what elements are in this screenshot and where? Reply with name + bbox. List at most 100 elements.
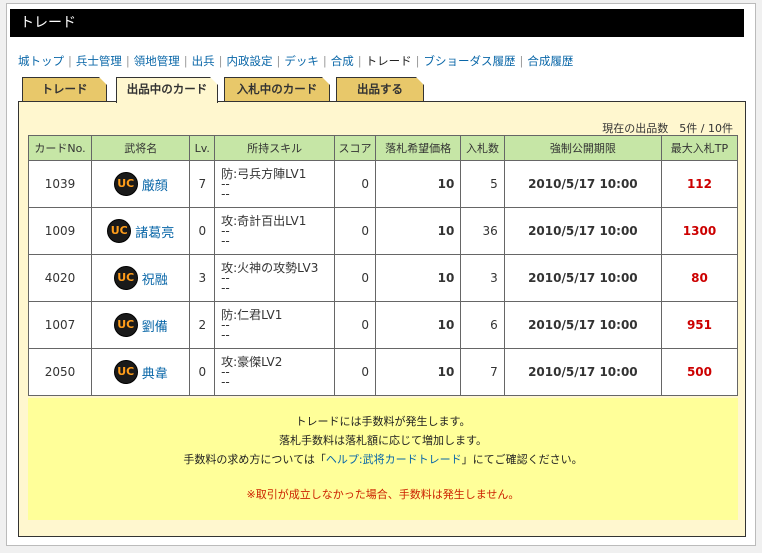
rarity-uc-icon: UC [113, 313, 138, 337]
general-name-cell: UC 諸葛亮 [91, 207, 191, 255]
max-bid-tp: 1300 [660, 207, 739, 255]
tab-label: 出品する [357, 82, 403, 96]
tab-corner [322, 77, 330, 85]
skill-entry: 防:弓兵方陣LV1 [221, 167, 307, 181]
desired-price: 10 [374, 254, 462, 302]
nav-separator: | [218, 54, 223, 68]
skill-entry: 防:仁君LV1 [221, 308, 283, 322]
nav-item: トレード [365, 54, 412, 68]
tab-label: 出品中のカード [126, 82, 208, 96]
nav-separator: | [519, 54, 524, 68]
nav-item[interactable]: 城トップ [18, 54, 64, 68]
skill-entry: -- [221, 187, 230, 201]
max-bid-tp: 951 [660, 301, 739, 349]
score: 0 [334, 207, 376, 255]
nav-separator: | [415, 54, 420, 68]
desired-price: 10 [374, 207, 462, 255]
score: 0 [334, 160, 376, 208]
column-header: 最大入札TP [660, 135, 739, 161]
nav-item[interactable]: 領地管理 [134, 54, 180, 68]
tab-0[interactable]: トレード [22, 77, 107, 101]
desired-price: 10 [374, 301, 462, 349]
desired-price: 10 [374, 160, 462, 208]
tab-label: 入札中のカード [236, 82, 318, 96]
tab-3[interactable]: 出品する [336, 77, 424, 101]
bid-count: 5 [460, 160, 505, 208]
tab-corner [416, 77, 424, 85]
general-name-link[interactable]: 祝融 [142, 269, 168, 288]
forced-open-deadline: 2010/5/17 10:00 [503, 207, 662, 255]
listing-count: 現在の出品数 5件 / 10件 [602, 122, 733, 135]
nav-item[interactable]: 兵士管理 [76, 54, 122, 68]
top-nav: 城トップ | 兵士管理 | 領地管理 | 出兵 | 内政設定 | デッキ | 合成 | トレード | ブショーダ… [18, 53, 573, 69]
rarity-uc-icon: UC [113, 360, 138, 384]
table-row: 1007 UC 劉備 2 防:仁君LV1 -- -- 0 10 6 2010/5/17 10:00 9… [27, 301, 739, 349]
tab-1[interactable]: 出品中のカード [116, 77, 218, 103]
card-level: 3 [189, 254, 216, 302]
card-level: 0 [189, 348, 216, 396]
card-number: 1009 [27, 207, 93, 255]
score: 0 [334, 348, 376, 396]
help-trade-link[interactable]: ヘルプ:武将カードトレード [326, 453, 462, 466]
column-header: カードNo. [27, 135, 93, 161]
card-level: 0 [189, 207, 216, 255]
page-title: トレード [10, 9, 744, 37]
desired-price: 10 [374, 348, 462, 396]
general-name-link[interactable]: 劉備 [142, 316, 168, 335]
bid-count: 6 [460, 301, 505, 349]
column-header: Lv. [189, 135, 216, 161]
column-header: 武将名 [91, 135, 191, 161]
skill-entry: 攻:奇計百出LV1 [221, 214, 307, 228]
nav-item[interactable]: 出兵 [192, 54, 215, 68]
table-row: 1039 UC 厳顔 7 防:弓兵方陣LV1 -- -- 0 10 5 2010/5/17 10:0… [27, 160, 739, 208]
nav-item[interactable]: 合成履歴 [527, 54, 573, 68]
column-header: スコア [334, 135, 376, 161]
card-level: 2 [189, 301, 216, 349]
nav-item[interactable]: 合成 [331, 54, 354, 68]
nav-separator: | [322, 54, 327, 68]
card-number: 1039 [27, 160, 93, 208]
score: 0 [334, 254, 376, 302]
skill-list: 攻:火神の攻勢LV3 -- -- [214, 254, 336, 302]
general-name: UC 厳顔 [98, 172, 183, 196]
general-name-link[interactable]: 厳顔 [142, 175, 168, 194]
tab-2[interactable]: 入札中のカード [224, 77, 330, 101]
skill-list: 防:仁君LV1 -- -- [214, 301, 336, 349]
listing-table: カードNo. 武将名 Lv. 所持スキル スコア 落札希望価格 入札数 強制公開期限 最大入札T… [27, 135, 739, 396]
forced-open-deadline: 2010/5/17 10:00 [503, 348, 662, 396]
skill-list: 攻:豪傑LV2 -- -- [214, 348, 336, 396]
column-header: 落札希望価格 [374, 135, 462, 161]
general-name-cell: UC 典韋 [91, 348, 191, 396]
general-name-cell: UC 祝融 [91, 254, 191, 302]
tab-corner [99, 77, 107, 85]
tab-label: トレード [41, 82, 88, 96]
skill-entry: 攻:豪傑LV2 [221, 355, 283, 369]
nav-separator: | [357, 54, 362, 68]
score: 0 [334, 301, 376, 349]
general-name: UC 祝融 [98, 266, 183, 290]
general-name-link[interactable]: 典韋 [142, 363, 168, 382]
nav-item[interactable]: 内政設定 [227, 54, 273, 68]
skill-list: 防:弓兵方陣LV1 -- -- [214, 160, 336, 208]
skill-entry: 攻:火神の攻勢LV3 [221, 261, 319, 275]
skill-entry: -- [221, 375, 230, 389]
bid-count: 36 [460, 207, 505, 255]
max-bid-tp: 500 [660, 348, 739, 396]
fee-notice: トレードには手数料が発生します。 落札手数料は落札額に応じて増加します。 手数料… [28, 398, 738, 520]
general-name: UC 劉備 [98, 313, 183, 337]
max-bid-tp: 80 [660, 254, 739, 302]
nav-item[interactable]: ブショーダス履歴 [424, 54, 516, 68]
skill-entry: -- [221, 328, 230, 342]
notice-line-3-pre: 手数料の求め方については「 [183, 453, 326, 466]
notice-line-3: 手数料の求め方については「ヘルプ:武将カードトレード」にてご確認ください。 [28, 450, 738, 469]
nav-item[interactable]: デッキ [284, 54, 319, 68]
nav-separator: | [68, 54, 72, 68]
skill-list: 攻:奇計百出LV1 -- -- [214, 207, 336, 255]
bid-count: 7 [460, 348, 505, 396]
nav-separator: | [183, 54, 188, 68]
nav-separator: | [125, 54, 130, 68]
table-row: 4020 UC 祝融 3 攻:火神の攻勢LV3 -- -- 0 10 3 2010/5/17 10:… [27, 254, 739, 302]
card-number: 1007 [27, 301, 93, 349]
rarity-uc-icon: UC [113, 172, 138, 196]
general-name-link[interactable]: 諸葛亮 [135, 222, 174, 241]
